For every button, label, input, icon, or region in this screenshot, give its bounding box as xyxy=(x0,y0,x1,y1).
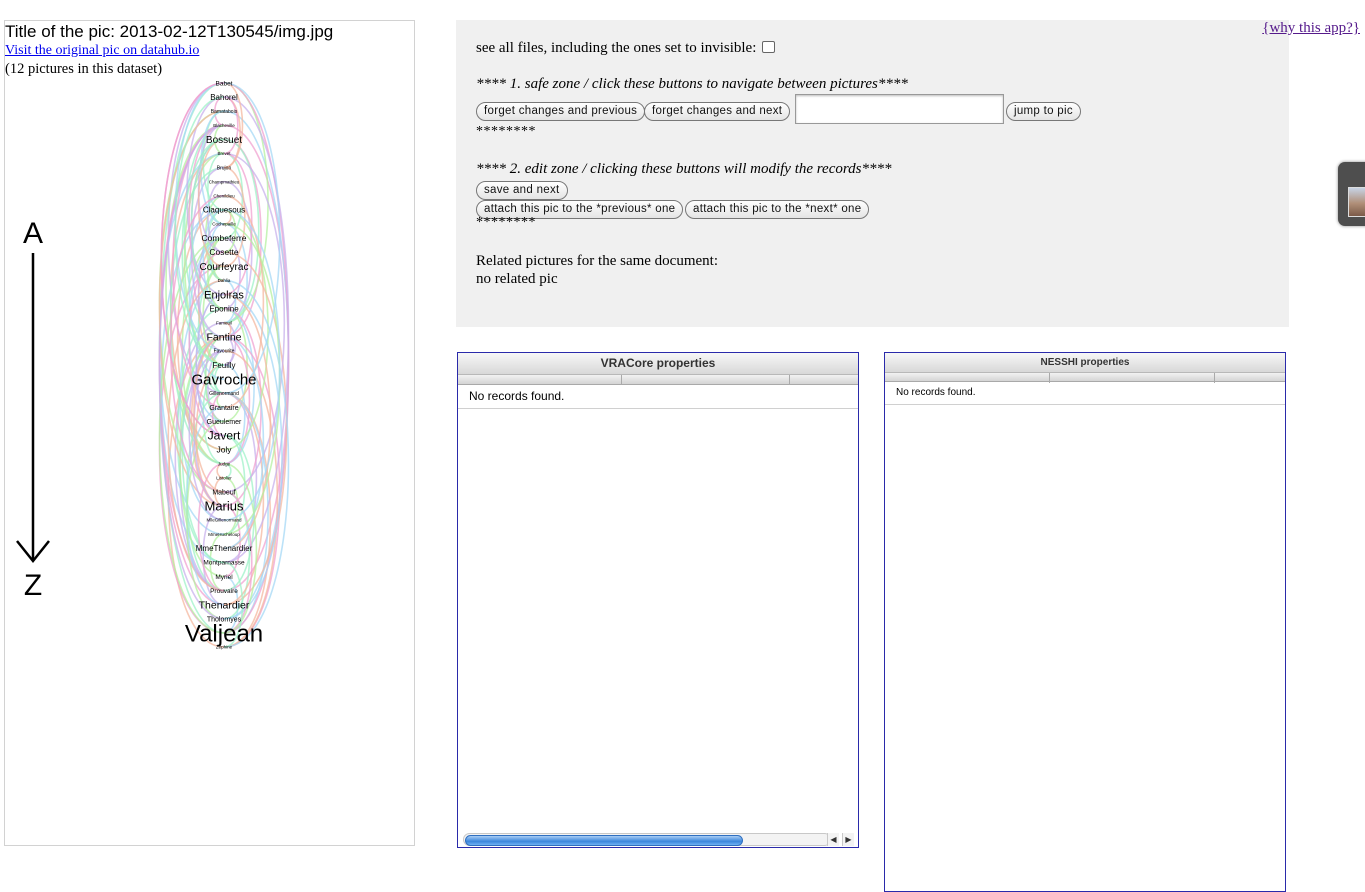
node-label: Mabeuf xyxy=(212,489,235,496)
node-label: Claquesous xyxy=(203,206,245,215)
vracore-grid-caption: VRACore properties xyxy=(458,353,858,375)
node-label: Gillenormand xyxy=(209,391,239,397)
node-label: Javert xyxy=(208,429,241,443)
related-pictures-value: no related pic xyxy=(476,271,558,287)
node-label: Bossuet xyxy=(206,135,242,146)
scroll-left-arrow-icon[interactable]: ◀ xyxy=(827,833,839,846)
sort-arrow-end-label: Z xyxy=(24,569,42,602)
sort-arrow-start-label: A xyxy=(23,217,43,250)
show-invisible-checkbox[interactable] xyxy=(762,41,776,53)
why-this-app-link[interactable]: {why this app?} xyxy=(1262,20,1360,37)
safe-zone-end-stars: ******** xyxy=(476,124,536,139)
vracore-no-records: No records found. xyxy=(458,385,858,409)
forget-changes-previous-button[interactable]: forget changes and previous xyxy=(476,102,646,121)
node-label: Feuilly xyxy=(212,361,235,370)
node-label: Courfeyrac xyxy=(200,262,249,273)
vracore-horizontal-scrollbar[interactable]: ◀ ▶ xyxy=(463,833,855,846)
nesshi-properties-grid: NESSHI properties No records found. xyxy=(884,352,1286,892)
node-label: Grantaire xyxy=(209,405,238,412)
attach-to-next-button[interactable]: attach this pic to the *next* one xyxy=(685,200,870,219)
picture-panel: Title of the pic: 2013-02-12T130545/img.… xyxy=(4,20,415,846)
node-label: Chenildieu xyxy=(213,193,235,198)
node-label: Cosette xyxy=(209,247,239,257)
vracore-properties-grid: VRACore properties No records found. ◀ ▶ xyxy=(457,352,859,848)
arc-diagram-image: Babet Bahorel Bamatabois Blacheville Bossuet… xyxy=(16,80,290,650)
nesshi-no-records: No records found. xyxy=(885,382,1285,405)
nesshi-grid-header xyxy=(885,373,1285,383)
node-label: Judge xyxy=(218,461,231,466)
control-panel: see all files, including the ones set to… xyxy=(456,20,1289,327)
node-label: Marius xyxy=(204,499,244,514)
node-label: Enjolras xyxy=(204,289,244,301)
jump-to-pic-button[interactable]: jump to pic xyxy=(1006,102,1081,121)
node-label: Brevet xyxy=(217,151,231,156)
show-all-label: see all files, including the ones set to… xyxy=(476,40,757,56)
save-and-next-button[interactable]: save and next xyxy=(476,181,568,200)
show-all-row: see all files, including the ones set to… xyxy=(476,40,776,57)
node-label: Listolier xyxy=(216,475,232,480)
node-label: Fantine xyxy=(206,331,241,343)
node-label: Zephine xyxy=(216,645,233,650)
node-label: Cochepaille xyxy=(212,222,236,227)
node-label: Eponine xyxy=(209,304,239,313)
node-label: Myriel xyxy=(215,574,233,581)
scroll-right-arrow-icon[interactable]: ▶ xyxy=(842,833,854,846)
node-label: Favourite xyxy=(214,349,235,355)
node-label: Thenardier xyxy=(199,599,250,611)
node-label: MmeThenardier xyxy=(196,544,253,553)
vracore-grid-header xyxy=(458,375,858,385)
safe-zone-heading: **** 1. safe zone / click these buttons … xyxy=(476,76,908,92)
node-label: Brujon xyxy=(217,165,232,171)
node-label: Gavroche xyxy=(191,371,256,388)
related-pictures-title: Related pictures for the same document: xyxy=(476,253,718,269)
edit-zone-end-stars: ******** xyxy=(476,215,536,230)
node-label: Bamatabois xyxy=(211,109,238,115)
node-label: Montparnasse xyxy=(203,560,245,567)
forget-changes-next-button[interactable]: forget changes and next xyxy=(644,102,791,121)
node-label: MmeHucheloup xyxy=(208,532,240,537)
jump-to-pic-input[interactable] xyxy=(795,94,1004,124)
arc-link xyxy=(223,321,237,366)
node-label: Prouvaire xyxy=(210,588,238,595)
scrollbar-track[interactable] xyxy=(463,833,831,846)
node-label: Champmathieu xyxy=(209,179,240,184)
node-label: Babet xyxy=(216,80,233,87)
side-chat-widget[interactable] xyxy=(1338,162,1365,226)
node-label: Blacheville xyxy=(213,123,235,128)
node-label: Gueulemer xyxy=(207,419,242,426)
node-label: Joly xyxy=(216,445,232,455)
scrollbar-thumb[interactable] xyxy=(465,835,743,846)
node-label: Fameuil xyxy=(216,320,232,325)
node-label: MlleGillenormand xyxy=(206,518,242,523)
node-label: Bahorel xyxy=(210,93,238,102)
edit-zone-heading: **** 2. edit zone / clicking these butto… xyxy=(476,161,892,177)
node-label: Combeferre xyxy=(202,233,247,243)
avatar xyxy=(1348,187,1365,217)
nesshi-grid-caption: NESSHI properties xyxy=(885,353,1285,373)
node-label: Valjean xyxy=(185,620,263,647)
node-label: Dahlia xyxy=(218,278,231,283)
